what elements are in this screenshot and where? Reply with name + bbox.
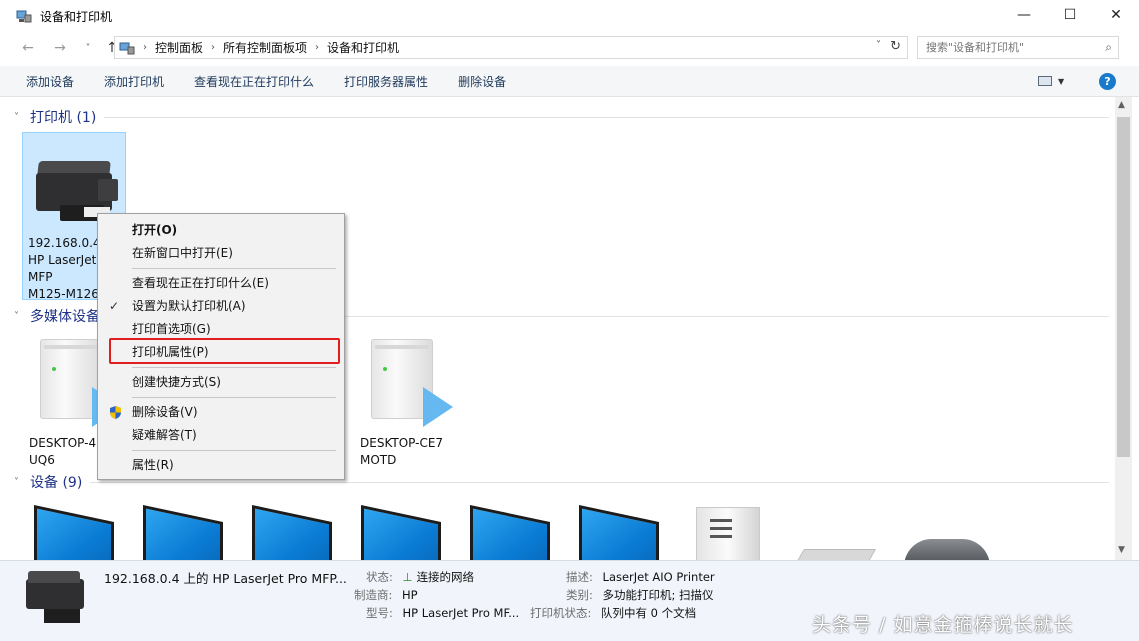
detail-value: LaserJet AIO Printer — [602, 570, 715, 584]
detail-key: 描述: — [566, 570, 593, 584]
menu-item-open-new-window[interactable]: 在新窗口中打开(E) — [98, 242, 344, 265]
search-icon[interactable]: ⌕ — [1105, 40, 1112, 55]
print-server-properties-button[interactable]: 打印服务器属性 — [329, 73, 443, 90]
monitor-icon[interactable] — [143, 505, 223, 560]
change-view-button[interactable]: ▼ — [1038, 74, 1068, 88]
collapse-chevron-icon[interactable]: ˅ — [14, 112, 28, 123]
highlight-annotation — [109, 338, 340, 364]
detail-value: HP LaserJet Pro MF... — [402, 606, 520, 620]
devices-printers-icon — [16, 9, 32, 23]
breadcrumb-all-items[interactable]: 所有控制面板项 — [223, 39, 307, 56]
remove-device-button[interactable]: 删除设备 — [443, 73, 521, 90]
menu-separator — [132, 397, 336, 398]
detail-model: 型号: HP LaserJet Pro MF... — [366, 605, 519, 621]
breadcrumb-devices-printers[interactable]: 设备和打印机 — [327, 39, 399, 56]
scrollbar-thumb[interactable] — [1117, 117, 1130, 457]
tile-label: DESKTOP-CE7 — [360, 436, 444, 450]
mouse-icon[interactable] — [904, 539, 990, 560]
vertical-scrollbar[interactable]: ▲ ▼ — [1115, 97, 1132, 560]
address-row: ← → ˅ ↑ › 控制面板 › 所有控制面板项 › 设备和打印机 ˅ ↻ ⌕ — [0, 32, 1139, 64]
keyboard-icon[interactable] — [795, 549, 877, 560]
monitor-icon[interactable] — [34, 505, 114, 560]
detail-value: 队列中有 0 个文档 — [601, 606, 697, 620]
command-bar: 添加设备 添加打印机 查看现在正在打印什么 打印服务器属性 删除设备 ▼ ? — [0, 66, 1139, 97]
title-bar: 设备和打印机 — ☐ ✕ — [0, 0, 1139, 32]
breadcrumb-control-panel[interactable]: 控制面板 — [155, 39, 203, 56]
detail-description: 描述: LaserJet AIO Printer — [566, 569, 715, 585]
see-printing-button[interactable]: 查看现在正在打印什么 — [179, 73, 329, 90]
menu-separator — [132, 268, 336, 269]
window-title: 设备和打印机 — [40, 9, 113, 24]
maximize-button[interactable]: ☐ — [1047, 0, 1093, 30]
checkmark-icon: ✓ — [109, 299, 120, 313]
detail-maker: 制造商: HP — [354, 587, 418, 603]
detail-status: 状态: ⊥ 连接的网络 — [366, 569, 474, 585]
control-panel-icon — [119, 41, 135, 55]
divider — [90, 481, 1109, 483]
tile-label: MOTD — [360, 453, 397, 467]
add-printer-button[interactable]: 添加打印机 — [89, 73, 179, 90]
uac-shield-icon — [108, 405, 123, 420]
group-title: 多媒体设备 — [30, 309, 100, 325]
media-tile-desktop-ce7[interactable]: DESKTOP-CE7 MOTD — [355, 339, 459, 467]
monitor-icon[interactable] — [579, 505, 659, 560]
breadcrumb-separator-icon: › — [315, 42, 320, 53]
detail-key: 型号: — [366, 606, 393, 620]
menu-separator — [132, 367, 336, 368]
monitor-icon[interactable] — [470, 505, 550, 560]
detail-key: 打印机状态: — [530, 606, 592, 620]
watermark: 头条号 / 如意金箍棒说长就长 — [812, 614, 1074, 636]
media-server-icon — [365, 339, 453, 427]
collapse-chevron-icon[interactable]: ˅ — [14, 477, 28, 488]
menu-item-see-printing[interactable]: 查看现在正在打印什么(E) — [98, 272, 344, 295]
refresh-icon[interactable]: ↻ — [890, 39, 901, 54]
detail-key: 类别: — [566, 588, 593, 602]
menu-item-troubleshoot[interactable]: 疑难解答(T) — [98, 424, 344, 447]
address-bar[interactable]: › 控制面板 › 所有控制面板项 › 设备和打印机 ˅ ↻ — [114, 36, 908, 59]
search-box[interactable]: ⌕ — [917, 36, 1119, 59]
collapse-chevron-icon[interactable]: ˅ — [14, 311, 28, 322]
menu-item-set-default[interactable]: ✓ 设置为默认打印机(A) — [98, 295, 344, 318]
breadcrumb-separator-icon: › — [211, 42, 216, 53]
search-input[interactable] — [926, 41, 1096, 54]
group-header-printers[interactable]: ˅ 打印机 (1) — [14, 107, 1109, 127]
forward-button[interactable]: → — [48, 40, 72, 56]
help-button[interactable]: ? — [1099, 73, 1116, 90]
group-title: 设备 (9) — [30, 475, 83, 491]
menu-item-remove-device[interactable]: 删除设备(V) — [98, 401, 344, 424]
add-device-button[interactable]: 添加设备 — [0, 73, 89, 90]
back-button[interactable]: ← — [16, 40, 40, 56]
detail-printer-status: 打印机状态: 队列中有 0 个文档 — [530, 605, 696, 621]
divider — [104, 116, 1109, 118]
monitor-icon[interactable] — [252, 505, 332, 560]
menu-separator — [132, 450, 336, 451]
view-icon — [1038, 76, 1052, 86]
menu-item-label: 设置为默认打印机(A) — [132, 299, 246, 313]
menu-item-create-shortcut[interactable]: 创建快捷方式(S) — [98, 371, 344, 394]
minimize-button[interactable]: — — [1001, 0, 1047, 30]
menu-item-label: 删除设备(V) — [132, 405, 198, 419]
device-name: 192.168.0.4 上的 HP LaserJet Pro MFP... — [104, 571, 347, 586]
detail-value: HP — [402, 588, 418, 602]
detail-value: 多功能打印机; 扫描仪 — [602, 588, 714, 602]
recent-locations-icon[interactable]: ˅ — [76, 43, 100, 54]
scroll-down-icon[interactable]: ▼ — [1118, 545, 1125, 555]
menu-item-properties[interactable]: 属性(R) — [98, 454, 344, 477]
monitor-icon[interactable] — [361, 505, 441, 560]
group-title: 打印机 (1) — [30, 110, 97, 126]
printer-icon — [20, 569, 90, 629]
network-icon: ⊥ — [402, 570, 413, 584]
scroll-up-icon[interactable]: ▲ — [1118, 100, 1125, 110]
computer-tower-icon[interactable] — [696, 507, 760, 560]
detail-value: 连接的网络 — [416, 570, 475, 584]
breadcrumb-separator-icon: › — [143, 42, 147, 53]
close-button[interactable]: ✕ — [1093, 0, 1139, 30]
detail-category: 类别: 多功能打印机; 扫描仪 — [566, 587, 714, 603]
printer-icon — [28, 145, 120, 223]
detail-key: 制造商: — [354, 588, 393, 602]
detail-key: 状态: — [366, 570, 393, 584]
view-dropdown-icon: ▼ — [1058, 76, 1065, 86]
menu-item-open[interactable]: 打开(O) — [98, 219, 344, 242]
address-dropdown-icon[interactable]: ˅ — [876, 40, 881, 51]
